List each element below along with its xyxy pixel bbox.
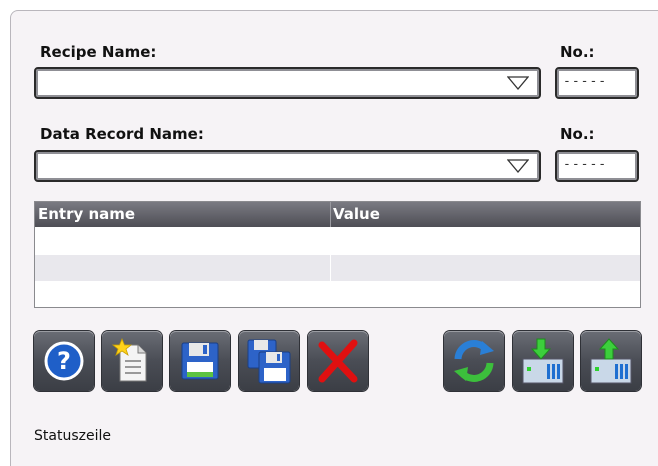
table-row[interactable] [35,281,640,307]
status-line: Statuszeile [34,428,111,444]
table-header: Entry name Value [35,202,640,227]
save-icon [181,342,219,380]
delete-button[interactable] [308,331,368,391]
data-record-number-field[interactable]: ----- [555,150,639,182]
chevron-down-icon [507,159,529,173]
recipe-entries-table[interactable]: Entry name Value [34,201,641,308]
data-record-number-label: No.: [560,125,595,143]
new-data-record-button[interactable] [102,331,162,391]
write-to-plc-button[interactable] [581,331,641,391]
help-button[interactable]: ? [34,331,94,391]
column-header-value: Value [333,205,380,223]
recipe-number-label: No.: [560,43,595,61]
data-record-dropdown[interactable] [34,150,541,182]
delete-icon [318,339,358,383]
column-header-entry-name: Entry name [38,205,136,223]
synchronize-button[interactable] [444,331,504,391]
data-record-name-label: Data Record Name: [40,125,204,143]
read-from-plc-icon [522,338,564,384]
svg-text:?: ? [57,347,71,375]
save-as-button[interactable] [239,331,299,391]
new-document-icon [111,337,147,382]
write-to-plc-icon [590,338,632,384]
recipe-number-field[interactable]: ----- [555,67,639,99]
help-icon: ? [44,341,84,381]
chevron-down-icon [507,76,529,90]
save-as-icon [247,339,291,384]
table-row[interactable] [35,255,640,281]
read-from-plc-button[interactable] [513,331,573,391]
table-row[interactable] [35,227,640,253]
save-button[interactable] [170,331,230,391]
recipe-name-dropdown[interactable] [34,67,541,99]
recipe-name-label: Recipe Name: [40,43,157,61]
synchronize-icon [454,340,494,382]
